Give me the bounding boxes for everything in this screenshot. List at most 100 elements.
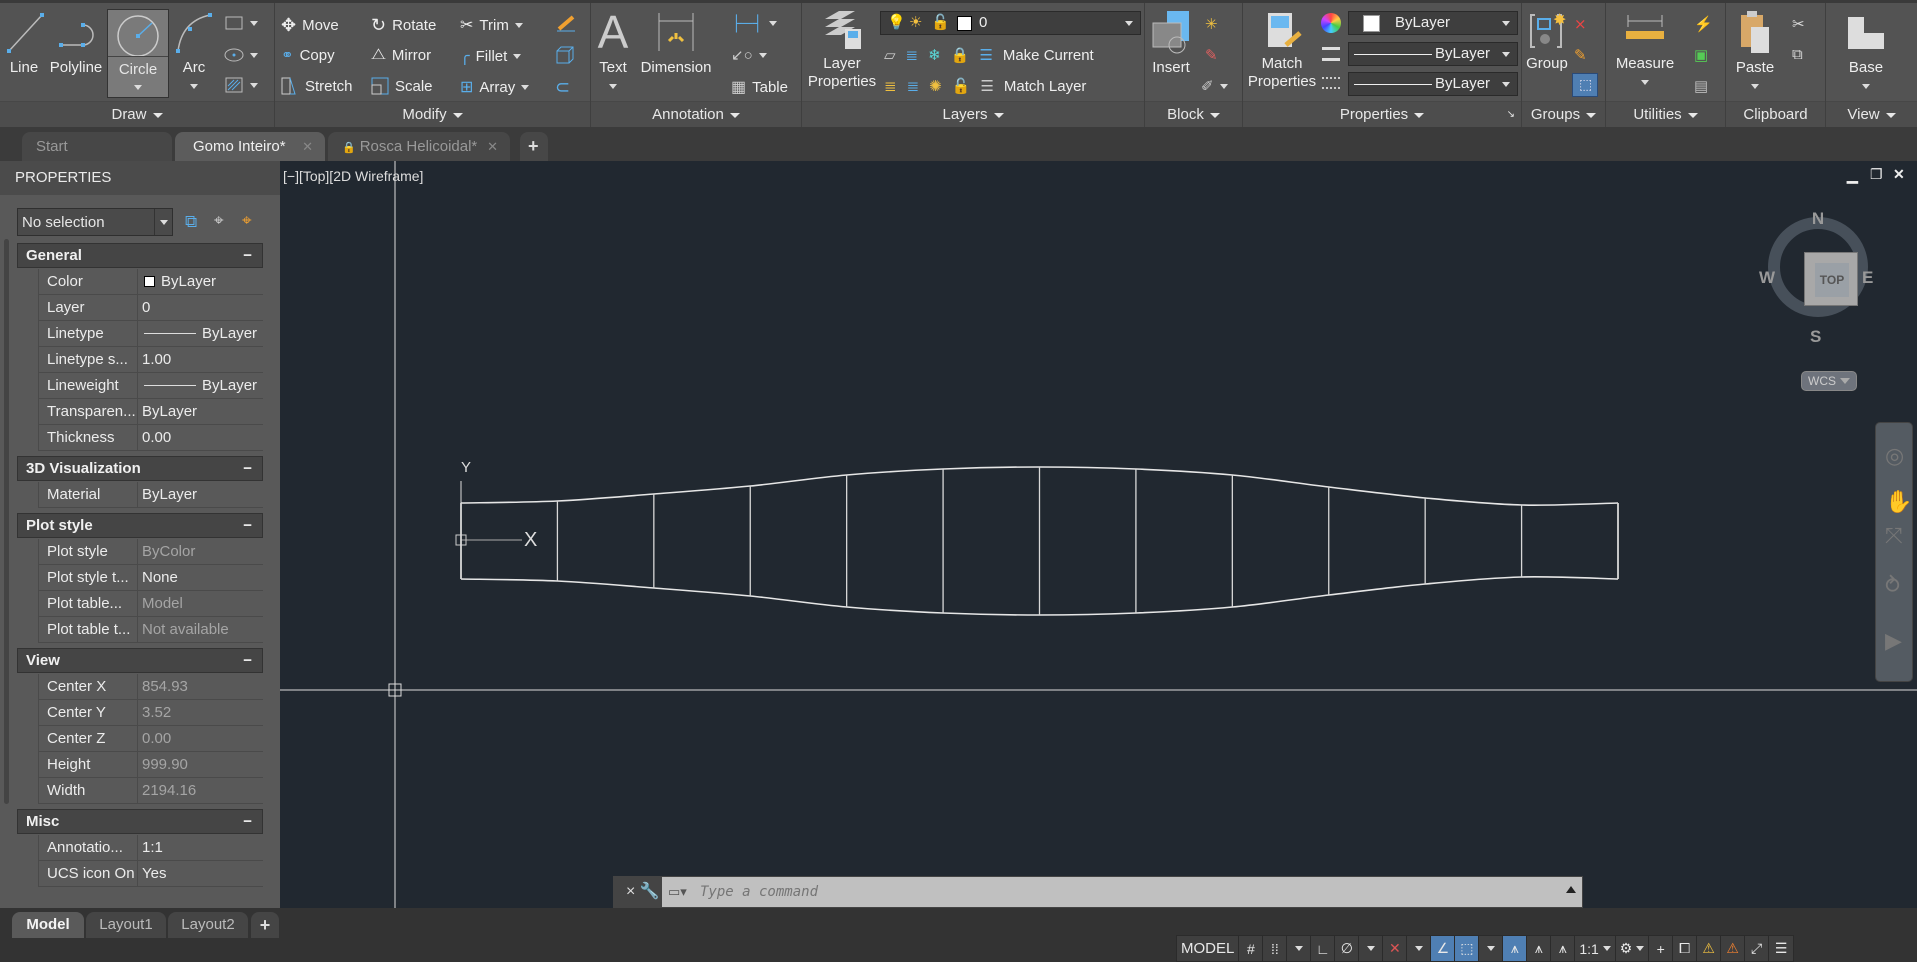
layer-on-icon[interactable]: 💡 — [887, 12, 906, 34]
layer-off-icon[interactable]: ▱ — [884, 46, 896, 64]
layer-on-all-icon[interactable]: ≣ — [884, 77, 897, 95]
prop-value[interactable]: None — [137, 565, 263, 590]
array-button[interactable]: ⊞ Array — [460, 77, 530, 97]
prop-row[interactable]: Lineweight ByLayer — [38, 373, 263, 399]
isolate-objects-button[interactable]: ⧠ — [1673, 936, 1698, 961]
layer-properties-button[interactable]: Layer Properties — [806, 7, 878, 91]
color-dropdown[interactable]: ByLayer — [1348, 11, 1518, 35]
scale-button[interactable]: Scale — [371, 77, 433, 95]
annotation-panel-title[interactable]: Annotation — [591, 101, 801, 127]
layer-unlock-all-icon[interactable]: 🔓 — [952, 77, 971, 95]
compass-west[interactable]: W — [1759, 268, 1775, 288]
leader-button[interactable]: ↙○ — [731, 46, 767, 64]
collapse-icon[interactable]: − — [243, 244, 252, 267]
polar-dropdown[interactable] — [1359, 936, 1384, 961]
new-layout-button[interactable]: + — [251, 912, 279, 938]
draw-panel-title[interactable]: Draw — [0, 101, 274, 127]
dialog-launcher-icon[interactable]: ↘ — [1507, 102, 1515, 128]
fillet-dropdown-icon[interactable] — [513, 53, 522, 59]
gomo-outline[interactable] — [460, 466, 1619, 616]
measure-dropdown-icon[interactable] — [1641, 79, 1649, 85]
annotation-scale-icon-button[interactable]: ⩚ — [1551, 936, 1576, 961]
prop-row[interactable]: Linetype ByLayer — [38, 321, 263, 347]
stretch-button[interactable]: Stretch — [281, 77, 353, 95]
prop-value[interactable]: ByLayer — [137, 399, 263, 424]
clean-screen-warning-button[interactable]: ⚠ — [1721, 936, 1746, 961]
groups-panel-title[interactable]: Groups — [1522, 101, 1605, 127]
pan-icon[interactable]: ✋ — [1885, 489, 1912, 515]
prop-row[interactable]: UCS icon On Yes — [38, 861, 263, 887]
prop-value[interactable]: Yes — [137, 861, 263, 886]
layer-thaw-icon[interactable]: ☀ — [909, 12, 922, 34]
paste-button[interactable]: Paste — [1730, 7, 1780, 95]
erase-button[interactable] — [555, 13, 577, 33]
text-dropdown-icon[interactable] — [609, 83, 617, 89]
calculator-button[interactable]: ▤ — [1694, 77, 1708, 95]
orbit-icon[interactable]: ⥁ — [1885, 573, 1900, 599]
snap-toggle[interactable]: ⁞⁞ — [1263, 936, 1288, 961]
prop-value[interactable]: 0 — [137, 295, 263, 320]
close-icon[interactable]: × — [626, 883, 635, 900]
modify-panel-title[interactable]: Modify — [275, 101, 590, 127]
leader-dropdown-icon[interactable] — [758, 52, 767, 58]
circle-button[interactable]: Circle — [107, 9, 169, 98]
table-button[interactable]: ▦ Table — [731, 77, 788, 97]
drawing-canvas[interactable]: [−][Top][2D Wireframe] ▁ ❐ ✕ Y X N S W E… — [280, 161, 1917, 908]
arc-button[interactable]: Arc — [172, 7, 216, 95]
edit-block-button[interactable]: ✎ — [1205, 46, 1218, 64]
workspace-switch[interactable]: ⚙ — [1616, 936, 1650, 961]
make-current-button[interactable]: Make Current — [1003, 47, 1094, 64]
tab-layout1[interactable]: Layout1 — [86, 912, 166, 938]
prop-value[interactable]: 1:1 — [137, 835, 263, 860]
tab-gomo-inteiro[interactable]: Gomo Inteiro* ✕ — [175, 132, 325, 161]
section-misc[interactable]: Misc − — [17, 809, 263, 834]
prop-row[interactable]: Plot style t... None — [38, 565, 263, 591]
trim-button[interactable]: ✂ Trim — [460, 15, 523, 35]
hardware-acceleration-button[interactable]: ⚠ — [1697, 936, 1722, 961]
section-plot-style[interactable]: Plot style − — [17, 513, 263, 538]
isodraft-toggle[interactable]: ✕ — [1383, 936, 1408, 961]
new-tab-button[interactable]: + — [520, 132, 548, 161]
prop-row[interactable]: Plot style ByColor — [38, 539, 263, 565]
snap-dropdown[interactable] — [1287, 936, 1312, 961]
trim-dropdown-icon[interactable] — [514, 22, 523, 28]
prop-value[interactable]: 0.00 — [137, 425, 263, 450]
fullscreen-button[interactable]: ⤢ — [1745, 936, 1770, 961]
compass-east[interactable]: E — [1862, 268, 1873, 288]
layer-lock-icon[interactable]: 🔒 — [951, 46, 970, 64]
mirror-button[interactable]: ⧍ Mirror — [371, 46, 431, 64]
close-icon[interactable]: ✕ — [302, 132, 313, 161]
polyline-button[interactable]: Polyline — [48, 7, 104, 77]
prop-value[interactable]: ByLayer — [137, 373, 263, 398]
view-panel-title[interactable]: View — [1826, 101, 1917, 127]
properties-panel-title[interactable]: Properties ↘ — [1243, 101, 1521, 127]
base-dropdown-icon[interactable] — [1862, 83, 1870, 89]
selection-dropdown[interactable]: No selection — [17, 208, 173, 236]
object-snap-tracking-toggle[interactable]: ∠ — [1431, 936, 1456, 961]
hatch-button[interactable] — [224, 77, 258, 93]
prop-row[interactable]: Center X 854.93 — [38, 674, 263, 700]
tab-layout2[interactable]: Layout2 — [168, 912, 248, 938]
rotate-button[interactable]: ↻ Rotate — [371, 15, 436, 36]
customization-menu-button[interactable]: ☰ — [1769, 936, 1793, 961]
prop-row[interactable]: Transparen... ByLayer — [38, 399, 263, 425]
command-history-toggle-icon[interactable] — [1566, 886, 1576, 893]
showmotion-icon[interactable]: ▶ — [1885, 628, 1902, 654]
prop-row[interactable]: Color ByLayer — [38, 269, 263, 295]
prop-row[interactable]: Height 999.90 — [38, 752, 263, 778]
linetype-dropdown[interactable]: ByLayer — [1348, 72, 1518, 96]
zoom-extents-icon[interactable]: ⤧ — [1885, 523, 1903, 549]
linear-dim-dropdown-icon[interactable] — [768, 21, 777, 26]
toggle-pickadd-icon[interactable]: ⧉ — [185, 212, 197, 232]
prop-row[interactable]: Material ByLayer — [38, 482, 263, 508]
command-history-icon[interactable]: ▭▾ — [668, 884, 687, 900]
compass-south[interactable]: S — [1810, 327, 1821, 347]
group-edit-button[interactable]: ✎ — [1574, 46, 1587, 64]
text-button[interactable]: A Text — [595, 7, 631, 95]
close-icon[interactable]: ✕ — [487, 132, 498, 161]
fillet-button[interactable]: ╭ Fillet — [460, 46, 522, 66]
compass-north[interactable]: N — [1805, 209, 1831, 235]
object-snap-toggle[interactable]: ⬚ — [1455, 936, 1480, 961]
utilities-panel-title[interactable]: Utilities — [1606, 101, 1725, 127]
command-input-area[interactable]: ▭▾ — [662, 877, 1582, 907]
